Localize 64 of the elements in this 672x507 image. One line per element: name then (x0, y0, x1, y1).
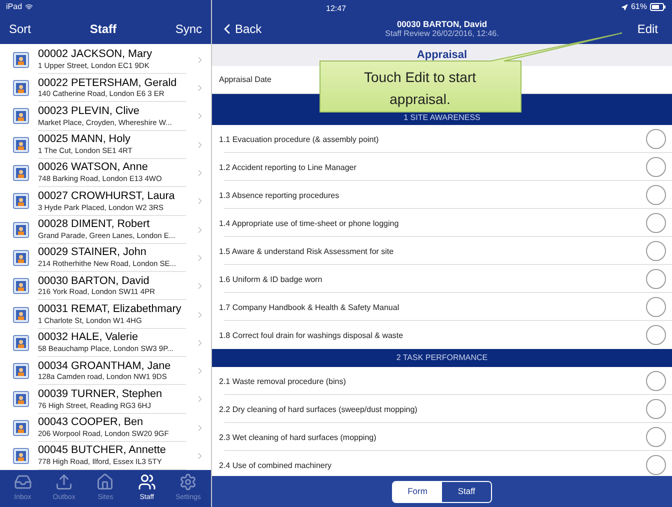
checklist-item: 2.1 Waste removal procedure (bins) (219, 377, 347, 386)
contact-card-icon (13, 165, 29, 182)
segment-tab[interactable]: Form (393, 482, 442, 502)
form-title: Appraisal (416, 48, 468, 63)
checklist-item: 1.7 Company Handbook & Health & Safety Manual (219, 303, 400, 312)
clock: 12:47 (326, 3, 346, 15)
staff-name: 00022 PETERSHAM, Gerald (38, 78, 178, 88)
contact-card-icon (13, 80, 29, 96)
checklist-item: 2.2 Dry cleaning of hard surfaces (sweep/dust mopping) (219, 405, 418, 414)
contact-card-icon (13, 278, 29, 294)
staff-name: 00032 HALE, Valerie (38, 332, 140, 344)
field-label: Appraisal Date (219, 74, 272, 86)
panel-title: Staff (90, 20, 116, 38)
house-icon (96, 473, 114, 492)
staff-name: 00030 BARTON, David (38, 276, 150, 286)
contact-card-icon (13, 222, 29, 238)
tray-icon (14, 473, 32, 492)
back-button[interactable]: Back (219, 20, 289, 38)
staff-name: 00029 STAINER, John (38, 247, 148, 258)
contact-card-icon (13, 136, 29, 153)
checklist-item: 1.2 Accident reporting to Line Manager (219, 163, 358, 172)
checklist-item: 2.3 Wet cleaning of hard surfaces (mopping) (219, 433, 378, 442)
staff-name: 00025 MANN, Holy (38, 134, 132, 145)
checklist-item: 1.6 Uniform & ID badge worn (219, 275, 324, 284)
checklist-item: 1.5 Aware & understand Risk Assessment for site (219, 247, 395, 256)
record-subtitle: Staff Review 26/02/2016, 12:46. (385, 29, 499, 40)
section-header: 2 TASK PERFORMANCE (212, 349, 672, 367)
staff-name: 00034 GROANTHAM, Jane (38, 360, 172, 372)
contact-card-icon (13, 391, 29, 408)
contact-card-icon (13, 306, 29, 323)
staff-name: 00028 DIMENT, Robert (38, 219, 151, 230)
contact-card-icon (13, 250, 29, 266)
battery-percent: 61% (630, 1, 647, 13)
wifi-icon (25, 3, 34, 11)
contact-card-icon (13, 334, 29, 351)
battery-icon (650, 3, 666, 11)
checklist-item: 2.4 Use of combined machinery (219, 461, 332, 470)
staff-name: 00045 BUTCHER, Annette (38, 445, 167, 456)
checklist-item: 1.1 Evacuation procedure (& assembly point) (219, 135, 380, 144)
people-icon (138, 473, 156, 492)
edit-button[interactable]: Edit (637, 20, 665, 38)
sync-button[interactable]: Sync (175, 20, 202, 38)
checklist-item: 1.4 Appropriate use of time-sheet or phone logging (219, 219, 400, 228)
sort-button[interactable]: Sort (9, 20, 32, 38)
staff-name: 00039 TURNER, Stephen (38, 388, 164, 400)
contact-card-icon (13, 108, 29, 124)
contact-card-icon (13, 363, 29, 380)
contact-card-icon (13, 420, 29, 436)
device-label: iPad (6, 1, 22, 13)
upload-icon (55, 473, 74, 492)
checklist-item: 1.8 Correct foul drain for washings disposal & waste (219, 331, 404, 340)
staff-name: 00031 REMAT, Elizabethmary (38, 304, 182, 315)
staff-name: 00023 PLEVIN, Clive (38, 106, 140, 117)
staff-name: 00002 JACKSON, Mary (38, 49, 154, 60)
contact-card-icon (13, 52, 29, 68)
staff-name: 00027 CROWHURST, Laura (38, 190, 176, 202)
location-icon (620, 4, 628, 10)
contact-card-icon (13, 193, 29, 210)
gear-icon (179, 473, 198, 492)
staff-name: 00043 COOPER, Ben (38, 417, 144, 428)
record-title: 00030 BARTON, David (396, 18, 488, 30)
staff-name: 00026 WATSON, Anne (38, 162, 149, 174)
checklist-item: 1.3 Absence reporting procedures (219, 191, 340, 200)
contact-card-icon (13, 448, 29, 464)
